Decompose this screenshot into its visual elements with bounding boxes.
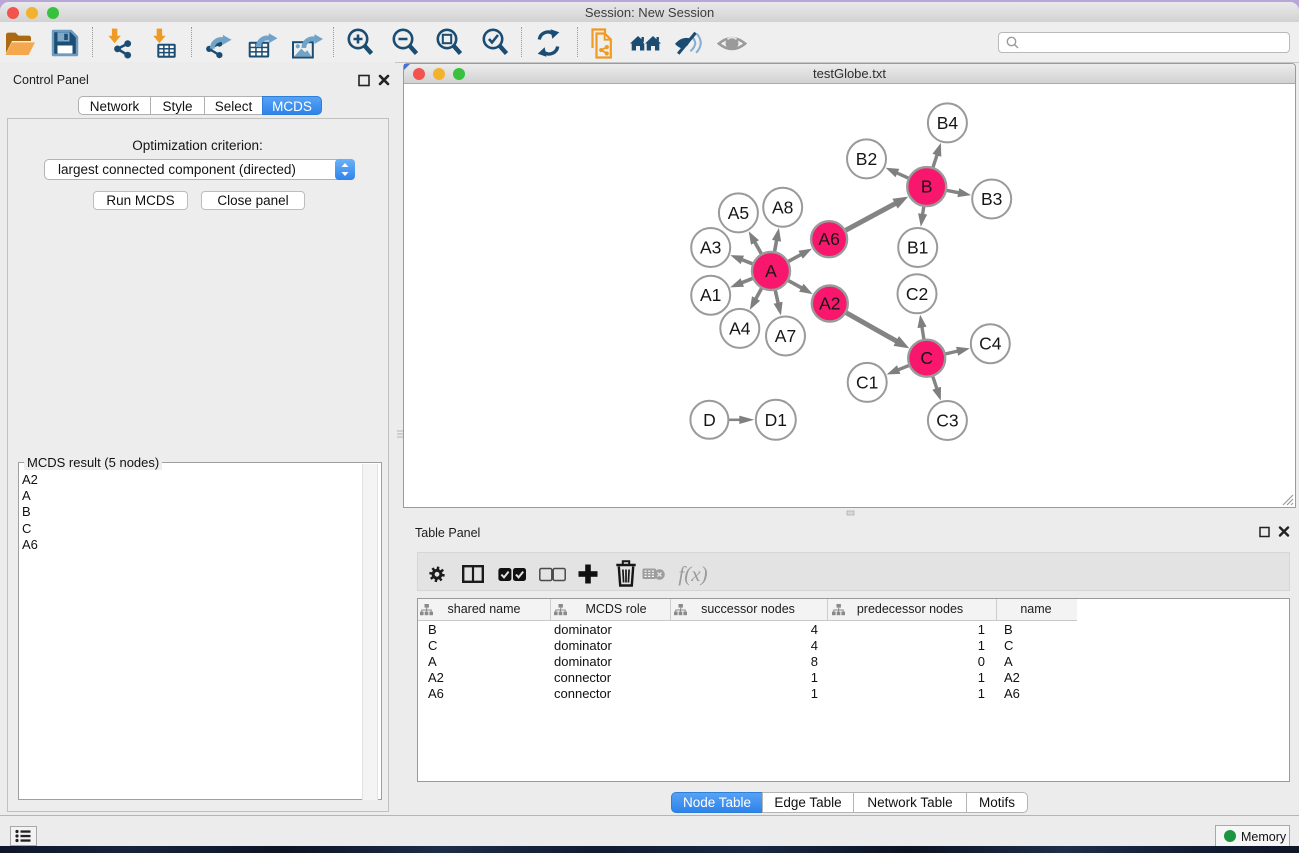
svg-text:B3: B3 [981, 189, 1002, 209]
svg-text:D1: D1 [765, 410, 787, 430]
svg-text:C3: C3 [936, 411, 958, 431]
svg-text:C4: C4 [979, 334, 1002, 354]
svg-text:A3: A3 [700, 238, 721, 258]
svg-text:A5: A5 [728, 203, 749, 223]
svg-text:D: D [703, 410, 716, 430]
svg-text:A8: A8 [772, 197, 793, 217]
svg-text:C1: C1 [856, 372, 878, 392]
svg-text:f(x): f(x) [678, 562, 707, 586]
svg-text:A4: A4 [729, 318, 751, 338]
svg-text:C: C [920, 348, 933, 368]
svg-text:B2: B2 [856, 149, 877, 169]
svg-text:C2: C2 [906, 284, 928, 304]
svg-text:B4: B4 [937, 113, 959, 133]
svg-text:A: A [765, 261, 777, 281]
svg-text:B1: B1 [907, 238, 928, 258]
svg-text:A2: A2 [819, 294, 840, 314]
svg-text:B: B [921, 177, 933, 197]
svg-text:A6: A6 [818, 229, 839, 249]
svg-text:A7: A7 [775, 326, 796, 346]
svg-text:A1: A1 [700, 285, 721, 305]
